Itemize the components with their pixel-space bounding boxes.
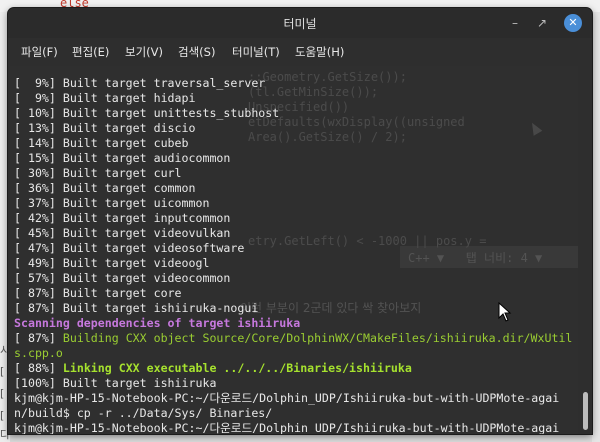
terminal-line: [ 9%] Built target hidapi: [14, 91, 572, 106]
minimize-button[interactable]: –: [507, 15, 523, 31]
menu-file[interactable]: 파일(F): [21, 44, 58, 60]
terminal-line: [ 49%] Built target videoogl: [14, 256, 572, 271]
terminal-line-text: [ 36%] Built target common: [14, 181, 196, 195]
terminal-line: [ 9%] Built target traversal_server: [14, 76, 572, 91]
terminal-line: kjm@kjm-HP-15-Notebook-PC:~/다운로드/Dolphin…: [14, 421, 572, 434]
terminal-lines: [ 9%] Built target traversal_server[ 9%]…: [14, 76, 572, 434]
menu-help[interactable]: 도움말(H): [295, 44, 344, 60]
menu-edit[interactable]: 편집(E): [72, 44, 109, 60]
terminal-line: [ 10%] Built target unittests_stubhost: [14, 106, 572, 121]
terminal-line: n/build$ cp -r ../Data/Sys/ Binaries/: [14, 406, 572, 421]
terminal-line-text: [ 9%] Built target hidapi: [14, 91, 196, 105]
title-bar[interactable]: 터미널 – ↗ ✕: [8, 8, 592, 38]
terminal-line-text: [ 87%] Built target ishiiruka-nogui: [14, 301, 259, 315]
terminal-line-text: kjm@kjm-HP-15-Notebook-PC:~/다운로드/Dolphin…: [14, 391, 560, 405]
terminal-line-text: [ 10%] Built target unittests_stubhost: [14, 106, 280, 120]
terminal-line-text: [ 14%] Built target cubeb: [14, 136, 189, 150]
terminal-line-text: [ 42%] Built target inputcommon: [14, 211, 231, 225]
terminal-line-text: [ 30%] Built target curl: [14, 166, 182, 180]
terminal-line: [ 87%] Building CXX object Source/Core/D…: [14, 331, 572, 346]
terminal-output[interactable]: ::Geometry.GetSize()); (tl.GetMinSize())…: [10, 66, 578, 434]
progress-prefix: [ 88%]: [14, 361, 63, 375]
terminal-line-text: [ 87%] Built target core: [14, 286, 182, 300]
terminal-line: [ 13%] Built target discio: [14, 121, 572, 136]
background-glyph: [: [0, 365, 5, 378]
terminal-line-text: [ 13%] Built target discio: [14, 121, 196, 135]
terminal-line: [100%] Built target ishiiruka: [14, 376, 572, 391]
terminal-line: [ 42%] Built target inputcommon: [14, 211, 572, 226]
terminal-line-text: [ 57%] Built target videocommon: [14, 271, 231, 285]
terminal-line-text: Linking CXX executable ../../../Binaries…: [62, 361, 412, 375]
terminal-line: [ 57%] Built target videocommon: [14, 271, 572, 286]
terminal-line: [ 37%] Built target uicommon: [14, 196, 572, 211]
terminal-line-text: [ 37%] Built target uicommon: [14, 196, 210, 210]
terminal-line: [ 14%] Built target cubeb: [14, 136, 572, 151]
terminal-line: [ 15%] Built target audiocommon: [14, 151, 572, 166]
mouse-pointer-icon: [498, 302, 512, 322]
menu-view[interactable]: 보기(V): [125, 44, 163, 60]
background-glyph: [: [0, 387, 5, 400]
terminal-line-text: Building CXX object Source/Core/DolphinW…: [62, 331, 573, 345]
terminal-line-text: Scanning dependencies of target ishiiruk…: [14, 316, 301, 330]
close-button[interactable]: ✕: [564, 14, 582, 32]
terminal-line-text: kjm@kjm-HP-15-Notebook-PC:~/다운로드/Dolphin…: [14, 421, 560, 434]
terminal-line: [ 36%] Built target common: [14, 181, 572, 196]
scrollbar[interactable]: [580, 66, 590, 434]
maximize-button[interactable]: ↗: [534, 15, 550, 31]
terminal-line-text: [ 15%] Built target audiocommon: [14, 151, 231, 165]
terminal-line-text: [100%] Built target ishiiruka: [14, 376, 217, 390]
terminal-line-text: n/build$ cp -r ../Data/Sys/ Binaries/: [14, 406, 273, 420]
terminal-line-text: [ 47%] Built target videosoftware: [14, 241, 245, 255]
background-right-strip: [592, 12, 600, 442]
terminal-line: kjm@kjm-HP-15-Notebook-PC:~/다운로드/Dolphin…: [14, 391, 572, 406]
menu-terminal[interactable]: 터미널(T): [232, 44, 280, 60]
menu-bar: 파일(F) 편집(E) 보기(V) 검색(S) 터미널(T) 도움말(H): [8, 38, 592, 64]
terminal-line-text: [ 9%] Built target traversal_server: [14, 76, 266, 90]
menu-search[interactable]: 검색(S): [178, 44, 215, 60]
terminal-line: Scanning dependencies of target ishiiruk…: [14, 316, 572, 331]
terminal-line: [ 87%] Built target ishiiruka-nogui: [14, 301, 572, 316]
terminal-line: s.cpp.o: [14, 346, 572, 361]
terminal-line: [ 47%] Built target videosoftware: [14, 241, 572, 256]
progress-prefix: [ 87%]: [14, 331, 63, 345]
terminal-window: 터미널 – ↗ ✕ 파일(F) 편집(E) 보기(V) 검색(S) 터미널(T)…: [8, 8, 592, 434]
scrollbar-thumb[interactable]: [583, 392, 588, 430]
terminal-line-text: s.cpp.o: [14, 346, 63, 360]
terminal-line: [ 30%] Built target curl: [14, 166, 572, 181]
window-title: 터미널: [283, 17, 317, 31]
terminal-line-text: [ 49%] Built target videoogl: [14, 256, 210, 270]
terminal-line: [ 45%] Built target videovulkan: [14, 226, 572, 241]
background-glyph: [: [0, 409, 5, 422]
terminal-line: [ 87%] Built target core: [14, 286, 572, 301]
terminal-line-text: [ 45%] Built target videovulkan: [14, 226, 231, 240]
terminal-line: [ 88%] Linking CXX executable ../../../B…: [14, 361, 572, 376]
